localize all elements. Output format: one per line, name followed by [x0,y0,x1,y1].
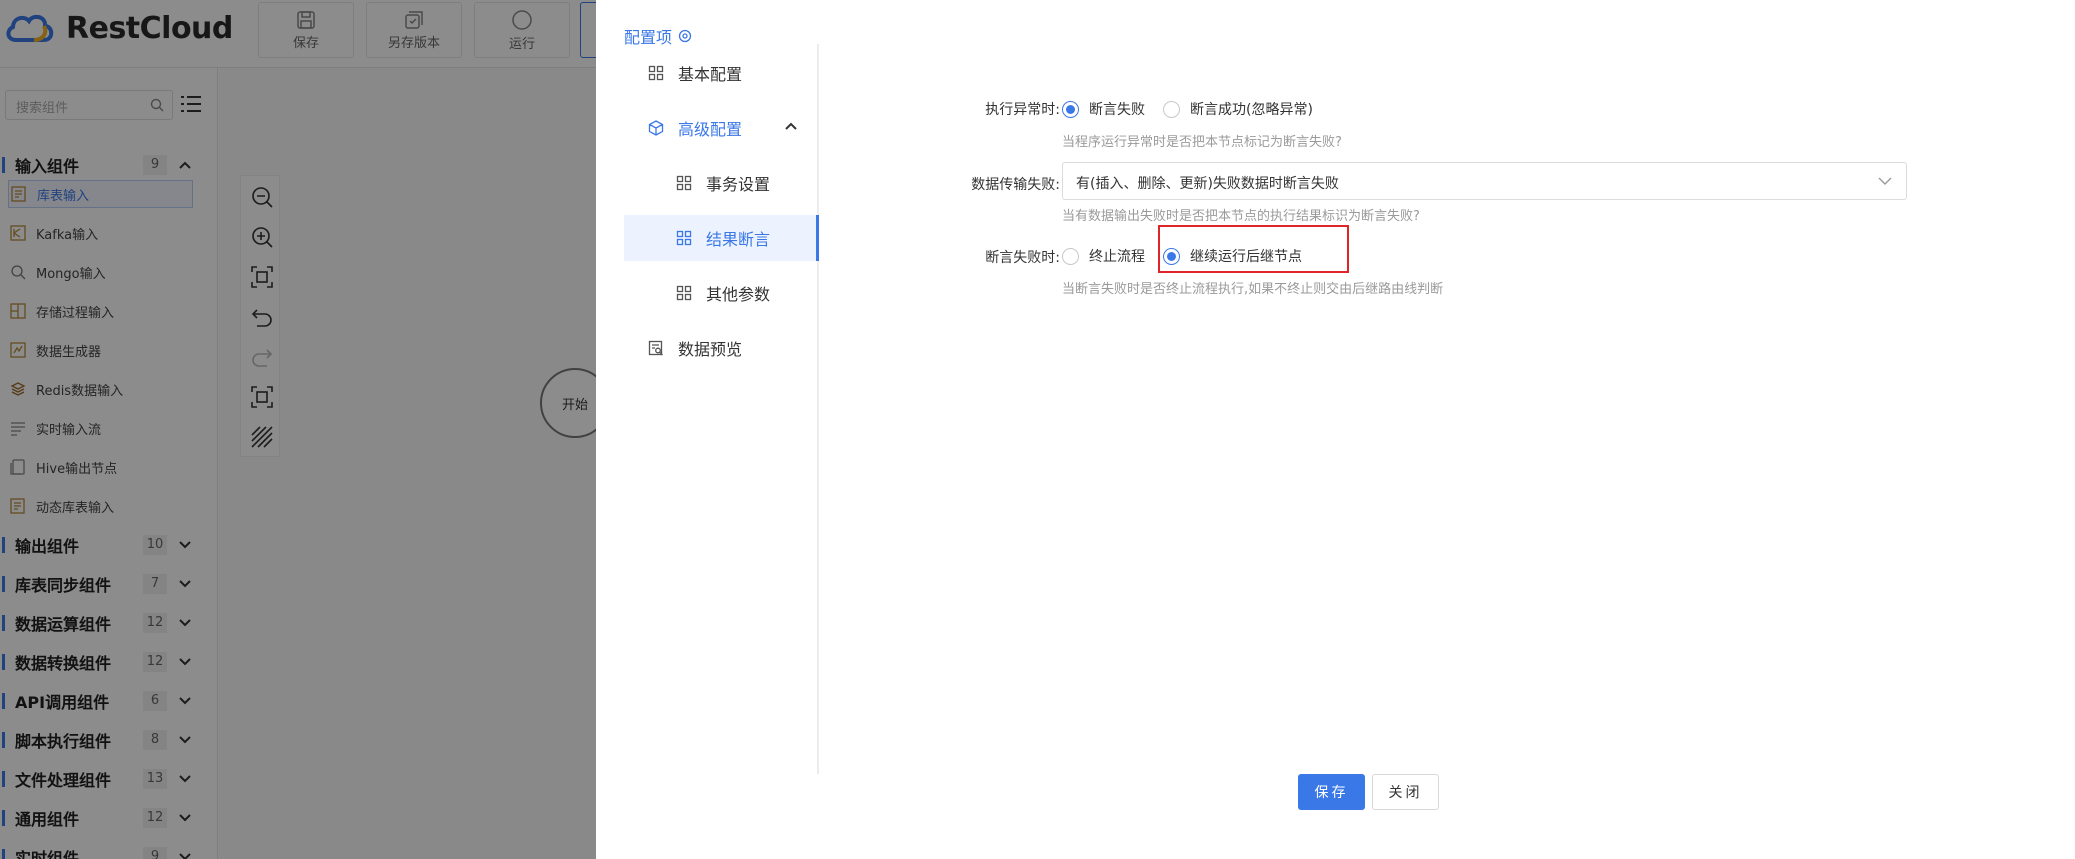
select-value: 有(插入、删除、更新)失败数据时断言失败 [1076,176,1339,192]
radio-checked-icon [1062,100,1079,118]
assert-fail-option-stop-flow[interactable]: 终止流程 [1062,246,1145,266]
chevron-down-icon [1878,177,1892,185]
radio-label: 终止流程 [1089,249,1145,265]
radio-unchecked-icon [1163,100,1180,118]
modal-overlay[interactable] [0,0,596,859]
chevron-up-icon [785,122,797,130]
preview-icon [648,340,663,356]
nav-label: 数据预览 [678,340,743,359]
grid-icon [676,285,692,301]
cube-icon [648,120,664,136]
radio-label: 断言成功(忽略异常) [1190,102,1313,118]
save-button[interactable]: 保存 [1298,774,1365,810]
nav-basic-config[interactable]: 基本配置 [624,50,819,96]
radio-label: 断言失败 [1089,102,1145,118]
transfer-fail-label: 数据传输失败: [971,177,1060,193]
assert-fail-hint: 当断言失败时是否终止流程执行,如果不终止则交由后继路由线判断 [1062,282,1444,297]
transfer-fail-hint: 当有数据输出失败时是否把本节点的执行结果标识为断言失败? [1062,209,1420,224]
target-icon [678,29,692,43]
nav-label: 高级配置 [678,120,743,139]
config-nav: 基本配置 高级配置 事务设置 结果断言 其他参数 数据预览 [624,44,819,774]
radio-unchecked-icon [1062,247,1079,265]
exec-error-option-assert-fail[interactable]: 断言失败 [1062,99,1145,119]
highlight-box [1158,225,1349,273]
nav-result-assertion[interactable]: 结果断言 [624,215,819,261]
nav-label: 结果断言 [706,230,771,249]
nav-label: 事务设置 [706,175,771,194]
nav-label: 其他参数 [706,285,771,304]
exec-error-option-assert-success[interactable]: 断言成功(忽略异常) [1163,99,1313,119]
exec-error-label: 执行异常时: [985,102,1060,118]
grid-icon [676,175,692,191]
transfer-fail-select[interactable]: 有(插入、删除、更新)失败数据时断言失败 [1062,162,1907,200]
nav-label: 基本配置 [678,65,743,84]
close-button[interactable]: 关闭 [1372,774,1439,810]
exec-error-hint: 当程序运行异常时是否把本节点标记为断言失败? [1062,135,1342,150]
nav-transaction-settings[interactable]: 事务设置 [624,160,819,206]
nav-advanced-config[interactable]: 高级配置 [624,105,819,151]
assert-fail-label: 断言失败时: [985,250,1060,266]
nav-data-preview[interactable]: 数据预览 [624,325,819,371]
grid-icon [648,65,664,81]
grid-icon [676,230,692,246]
config-drawer: 配置项 基本配置 高级配置 事务设置 结果断言 其他参数 数据预览 执行异常时:… [596,0,2075,859]
nav-other-params[interactable]: 其他参数 [624,270,819,316]
